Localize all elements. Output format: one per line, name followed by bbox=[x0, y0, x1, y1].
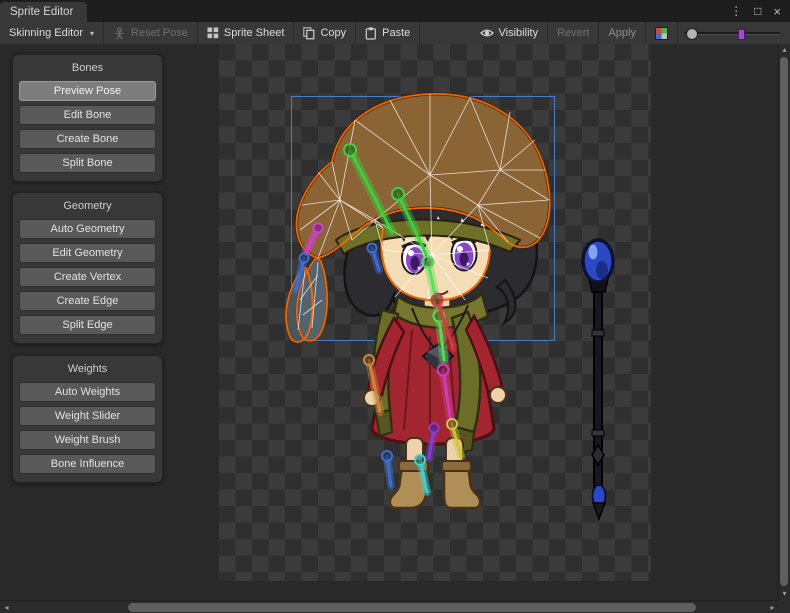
zoom-slider-handle[interactable] bbox=[686, 28, 698, 40]
create-bone-button[interactable]: Create Bone bbox=[19, 129, 156, 149]
copy-button[interactable]: Copy bbox=[294, 22, 356, 44]
mesh-selection-rect bbox=[291, 96, 555, 341]
horizontal-scroll-thumb[interactable] bbox=[128, 603, 696, 612]
revert-button[interactable]: Revert bbox=[548, 22, 599, 44]
edit-bone-button[interactable]: Edit Bone bbox=[19, 105, 156, 125]
paste-icon bbox=[365, 27, 377, 40]
geometry-panel-title: Geometry bbox=[19, 200, 156, 212]
reset-pose-button[interactable]: Reset Pose bbox=[104, 22, 198, 44]
paste-label: Paste bbox=[382, 27, 410, 39]
eye-icon bbox=[480, 26, 494, 40]
weight-slider-button[interactable]: Weight Slider bbox=[19, 406, 156, 426]
revert-label: Revert bbox=[557, 27, 589, 39]
visibility-label: Visibility bbox=[499, 27, 539, 39]
reset-pose-icon bbox=[113, 27, 126, 40]
close-icon[interactable]: × bbox=[773, 5, 781, 18]
sprite-editor-tab[interactable]: Sprite Editor bbox=[0, 2, 87, 22]
geometry-panel: Geometry Auto Geometry Edit Geometry Cre… bbox=[12, 192, 163, 344]
split-bone-button[interactable]: Split Bone bbox=[19, 153, 156, 173]
toolbar-right-group: Visibility Revert Apply bbox=[471, 22, 790, 44]
zoom-slider[interactable] bbox=[682, 22, 782, 44]
paste-button[interactable]: Paste bbox=[356, 22, 420, 44]
copy-label: Copy bbox=[320, 27, 346, 39]
menu-icon[interactable]: ⋮ bbox=[730, 5, 742, 17]
vertical-scrollbar[interactable]: ▴ ▾ bbox=[778, 44, 790, 600]
tab-title: Sprite Editor bbox=[10, 6, 73, 18]
caret-down-icon: ▾ bbox=[90, 29, 94, 38]
maximize-icon[interactable]: □ bbox=[754, 5, 761, 17]
zoom-slider-marker bbox=[738, 29, 745, 40]
preview-pose-button[interactable]: Preview Pose bbox=[19, 81, 156, 101]
weight-brush-button[interactable]: Weight Brush bbox=[19, 430, 156, 450]
rgb-toggle-button[interactable] bbox=[646, 22, 678, 44]
toolbar-spacer bbox=[420, 22, 470, 44]
toolbar: Skinning Editor ▾ Reset Pose Sprite Shee… bbox=[0, 22, 790, 45]
auto-weights-button[interactable]: Auto Weights bbox=[19, 382, 156, 402]
scrollbar-corner bbox=[779, 600, 790, 613]
apply-label: Apply bbox=[608, 27, 636, 39]
visibility-button[interactable]: Visibility bbox=[471, 22, 549, 44]
weights-panel: Weights Auto Weights Weight Slider Weigh… bbox=[12, 355, 163, 483]
copy-icon bbox=[303, 27, 315, 40]
auto-geometry-button[interactable]: Auto Geometry bbox=[19, 219, 156, 239]
horizontal-scrollbar[interactable]: ◂ ▸ bbox=[0, 600, 779, 613]
zoom-slider-track bbox=[684, 32, 780, 35]
create-edge-button[interactable]: Create Edge bbox=[19, 291, 156, 311]
create-vertex-button[interactable]: Create Vertex bbox=[19, 267, 156, 287]
reset-pose-label: Reset Pose bbox=[131, 27, 188, 39]
skinning-editor-label: Skinning Editor bbox=[9, 27, 83, 39]
sprite-editor-window: Sprite Editor ⋮ □ × Skinning Editor ▾ Re… bbox=[0, 0, 790, 613]
apply-button[interactable]: Apply bbox=[599, 22, 646, 44]
sprite-sheet-label: Sprite Sheet bbox=[224, 27, 285, 39]
bones-panel: Bones Preview Pose Edit Bone Create Bone… bbox=[12, 54, 163, 182]
sprite-sheet-button[interactable]: Sprite Sheet bbox=[198, 22, 295, 44]
bone-influence-button[interactable]: Bone Influence bbox=[19, 454, 156, 474]
scroll-left-arrow-icon[interactable]: ◂ bbox=[0, 601, 13, 613]
tab-bar: Sprite Editor ⋮ □ × bbox=[0, 0, 790, 22]
edit-geometry-button[interactable]: Edit Geometry bbox=[19, 243, 156, 263]
scroll-down-arrow-icon[interactable]: ▾ bbox=[779, 588, 790, 600]
rgb-toggle-icon bbox=[655, 27, 668, 40]
split-edge-button[interactable]: Split Edge bbox=[19, 315, 156, 335]
skinning-editor-dropdown[interactable]: Skinning Editor ▾ bbox=[0, 22, 104, 44]
weights-panel-title: Weights bbox=[19, 363, 156, 375]
sprite-canvas[interactable]: Bones Preview Pose Edit Bone Create Bone… bbox=[0, 44, 779, 600]
window-controls: ⋮ □ × bbox=[730, 0, 790, 22]
scroll-up-arrow-icon[interactable]: ▴ bbox=[779, 44, 790, 56]
sprite-sheet-icon bbox=[207, 27, 219, 39]
scroll-right-arrow-icon[interactable]: ▸ bbox=[766, 601, 779, 613]
vertical-scroll-thumb[interactable] bbox=[780, 57, 788, 586]
bones-panel-title: Bones bbox=[19, 62, 156, 74]
